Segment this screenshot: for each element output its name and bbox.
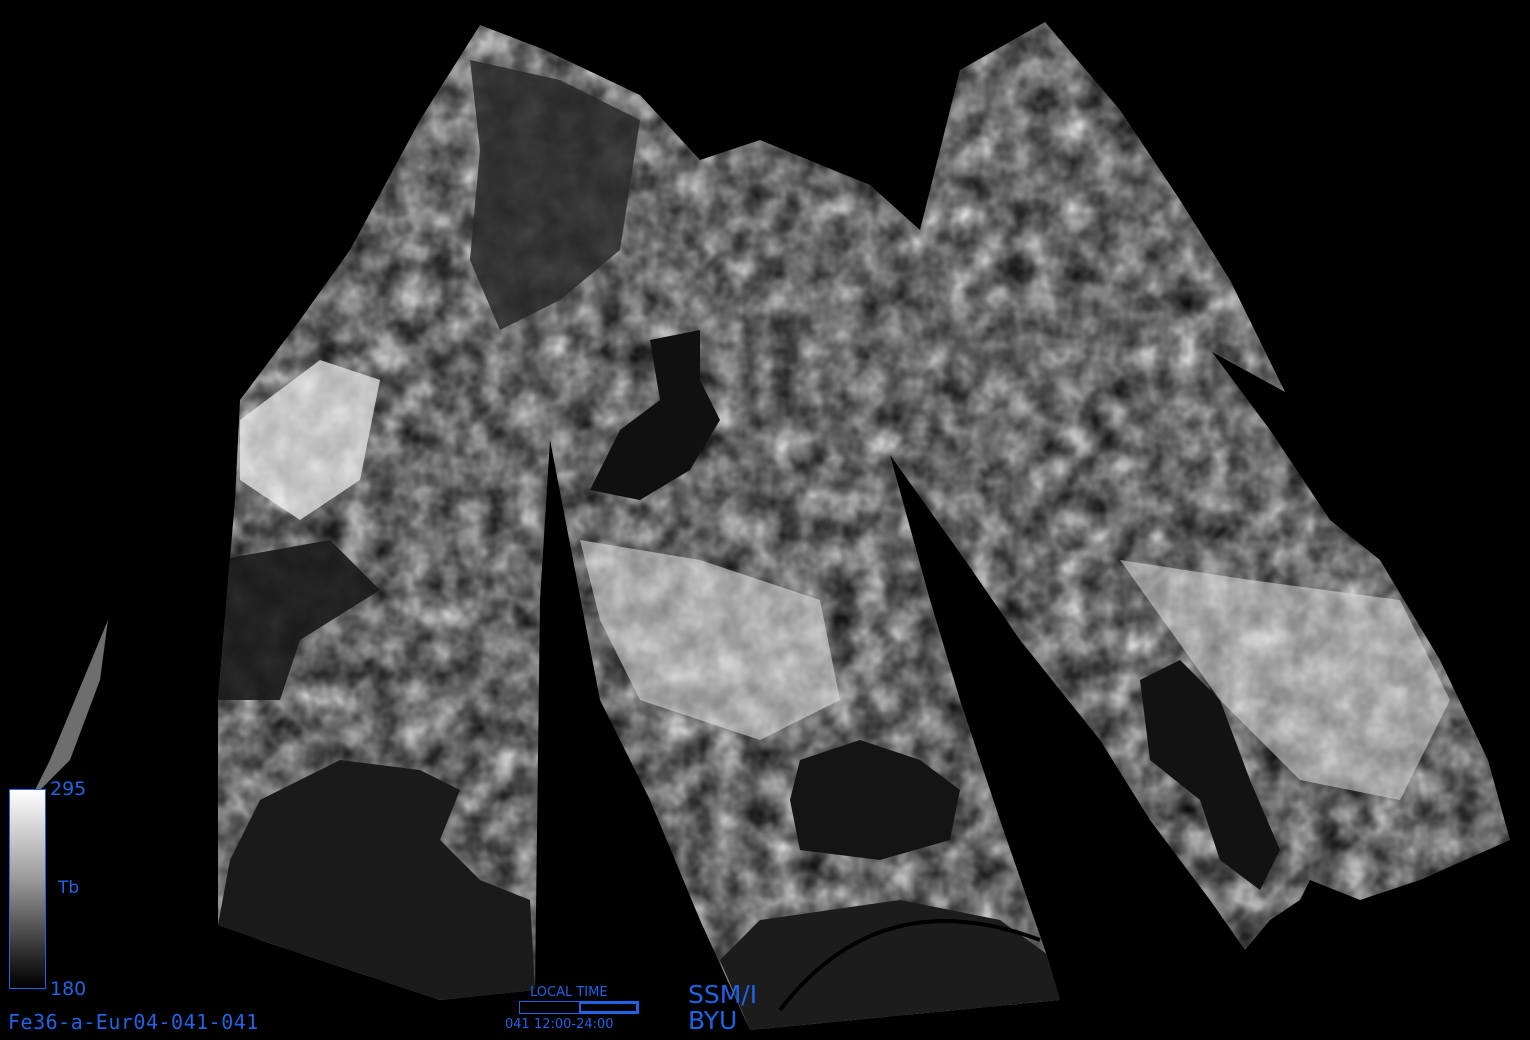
sensor-label: SSM/I [688,980,758,1009]
local-time-range: 041 12:00-24:00 [505,1017,614,1032]
local-time-bar [519,1001,639,1014]
colorbar [9,789,46,989]
local-time-title: LOCAL TIME [530,985,608,1000]
colorbar-max-label: 295 [50,778,87,800]
satellite-mosaic [30,22,1510,1030]
organization-label: BYU [688,1006,738,1035]
filename-label: Fe36-a-Eur04-041-041 [8,1010,259,1034]
swath-imagery [218,22,1510,1030]
colorbar-variable-label: Tb [58,878,80,898]
local-time-fill [579,1002,638,1013]
colorbar-min-label: 180 [50,978,87,1000]
partial-swath [30,620,108,800]
